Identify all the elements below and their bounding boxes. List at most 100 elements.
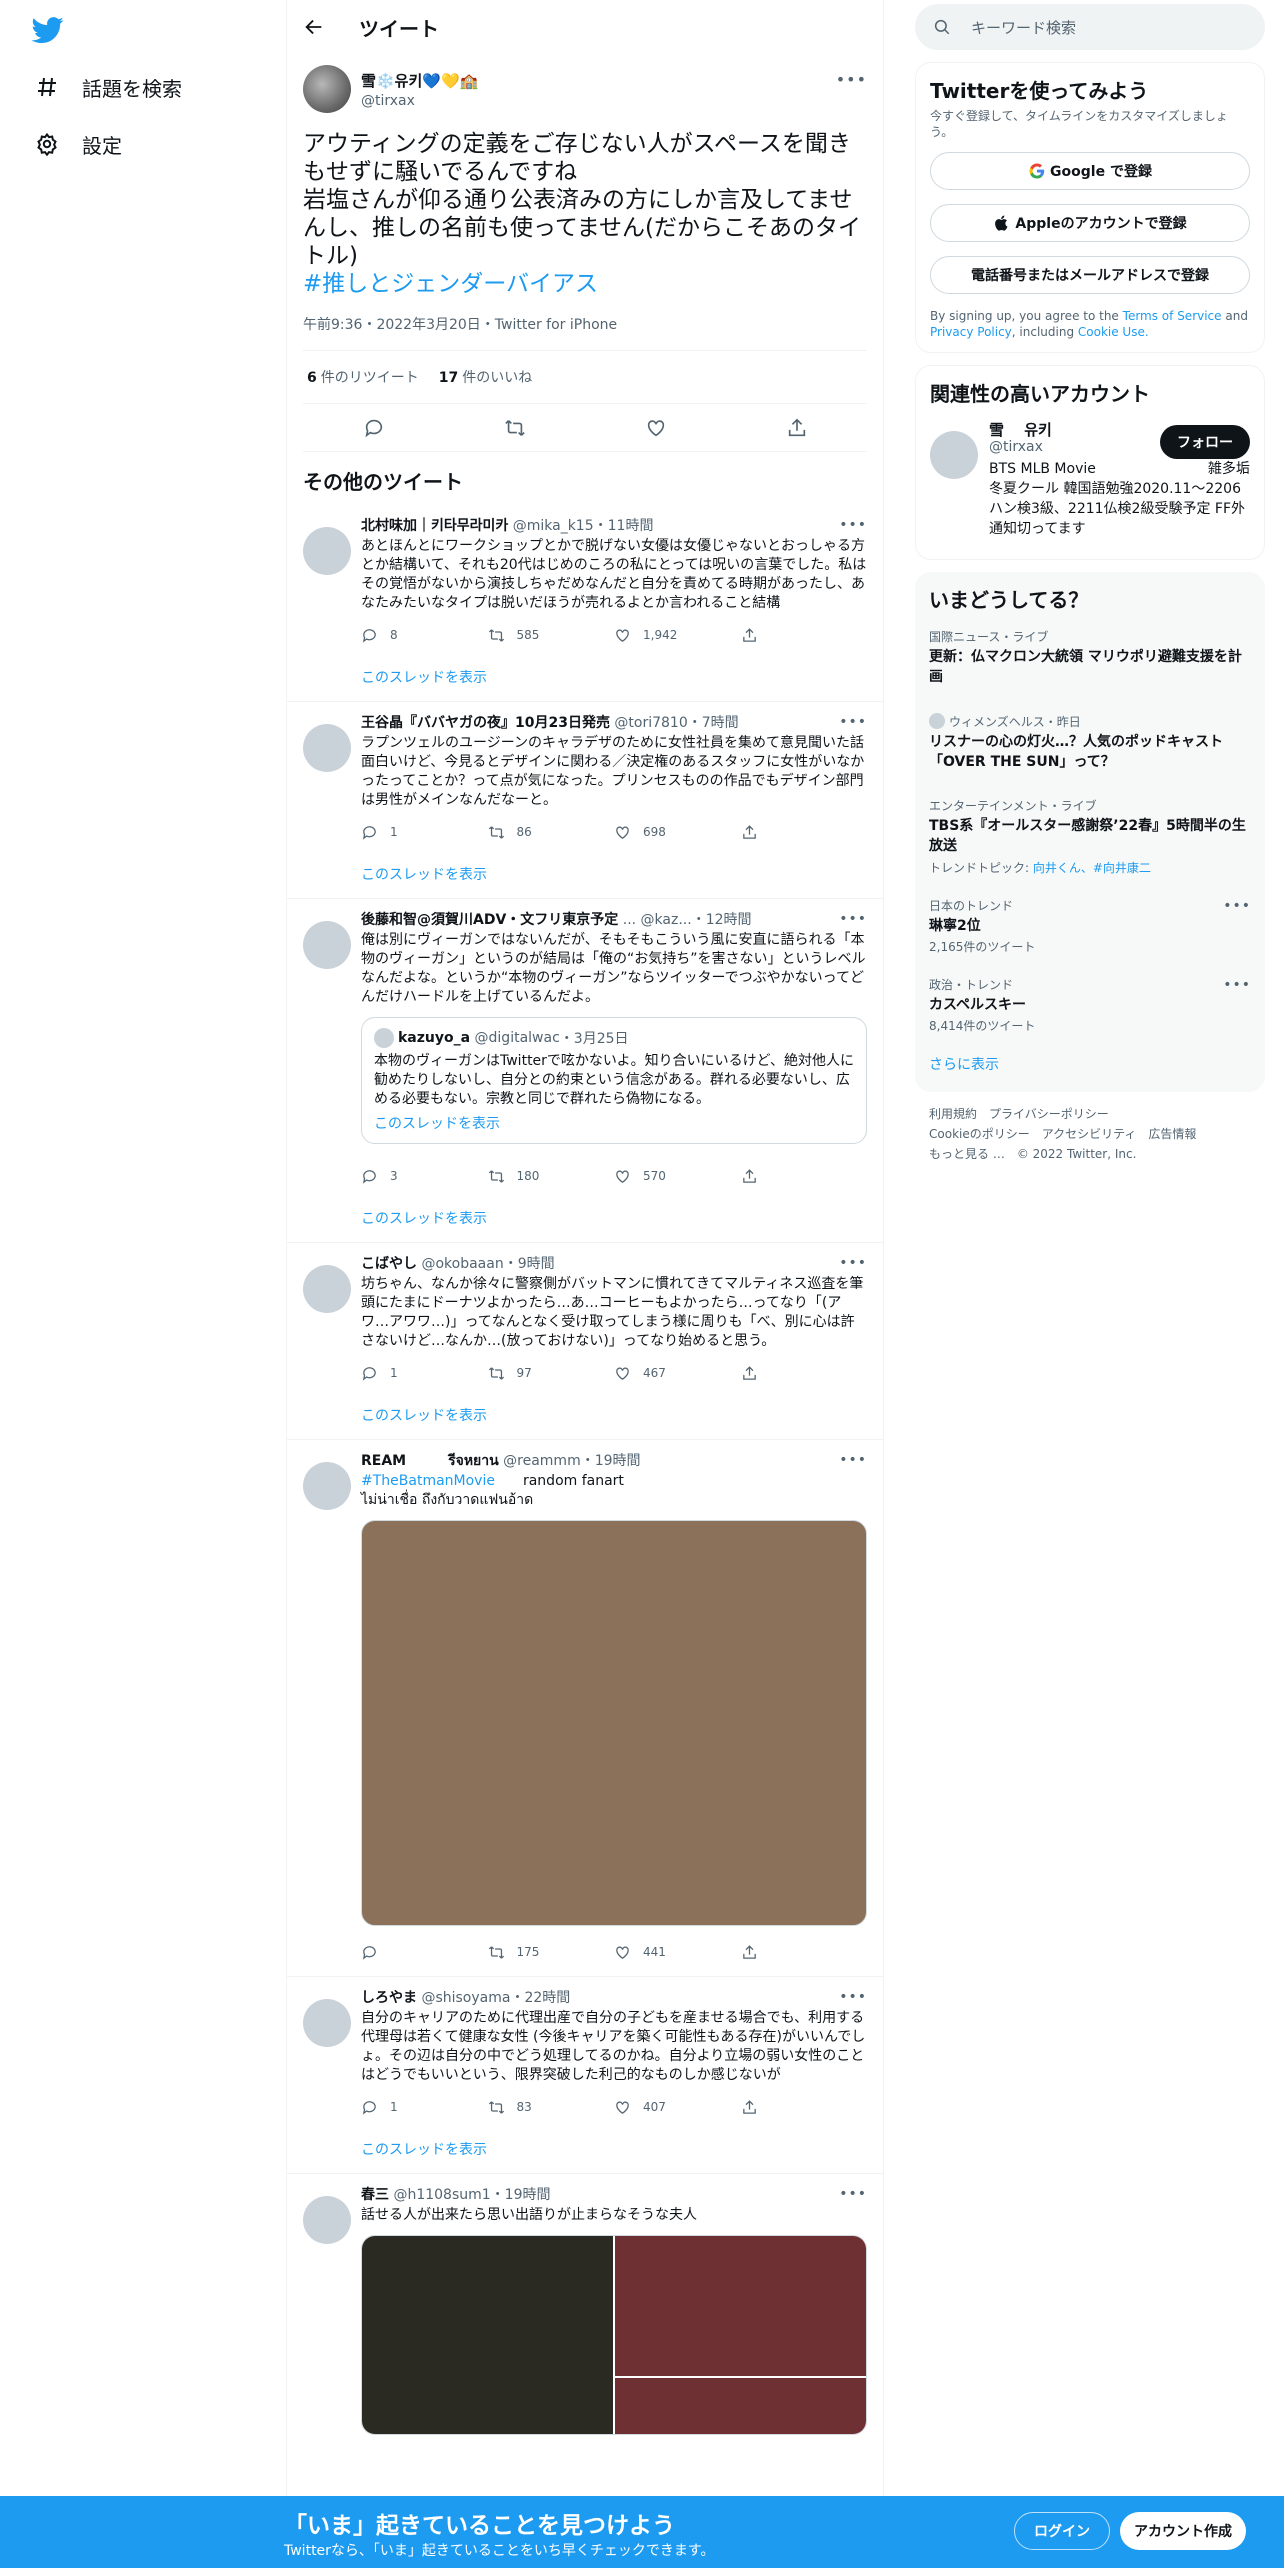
more-icon[interactable]: ••• xyxy=(839,2186,867,2202)
share-button[interactable] xyxy=(741,1944,868,1961)
retweet-button[interactable]: 175 xyxy=(488,1944,615,1961)
author-name[interactable]: 雪❄️유키💙💛🏫 xyxy=(361,70,478,91)
author-handle[interactable]: @shisoyama xyxy=(421,1990,510,2006)
like-button[interactable]: 1,942 xyxy=(614,627,741,644)
quote-show-thread-link[interactable]: このスレッドを表示 xyxy=(374,1113,854,1133)
more-icon[interactable]: ••• xyxy=(839,1255,867,1271)
avatar[interactable] xyxy=(303,921,351,969)
author-name[interactable]: 王谷晶『ババヤガの夜』10月23日発売 xyxy=(361,715,610,731)
google-signup-button[interactable]: Google で登録 xyxy=(930,152,1250,190)
like-button[interactable]: 441 xyxy=(614,1944,741,1961)
avatar[interactable] xyxy=(303,65,351,113)
follow-button[interactable]: フォロー xyxy=(1160,425,1250,459)
show-thread-link[interactable]: このスレッドを表示 xyxy=(361,850,867,898)
author-name[interactable]: 後藤和智@須賀川ADV・文フリ東京予定 xyxy=(361,912,618,928)
related-account[interactable]: 雪 유키 @tirxax BTS MLB Movie 雑多垢 冬夏クール 韓国語… xyxy=(930,417,1250,547)
tweet-item[interactable]: ••• 春三 @h1108sum1・19時間 話せる人が出来たら思い出語りが止ま… xyxy=(287,2174,883,2435)
apple-signup-button[interactable]: Appleのアカウントで登録 xyxy=(930,204,1250,242)
avatar[interactable] xyxy=(303,1999,351,2047)
retweet-button[interactable]: 97 xyxy=(488,1365,615,1382)
related-account-name[interactable]: 雪 유키 xyxy=(989,419,1052,440)
share-button[interactable] xyxy=(741,627,868,644)
author-handle[interactable]: @reammm xyxy=(503,1453,581,1469)
more-icon[interactable]: ••• xyxy=(1223,898,1251,914)
tweet-image[interactable] xyxy=(361,1520,867,1926)
like-button[interactable]: 570 xyxy=(614,1168,741,1185)
author-handle[interactable]: @tirxax xyxy=(361,93,478,109)
more-icon[interactable]: ••• xyxy=(836,70,867,89)
nav-settings[interactable]: 設定 xyxy=(34,124,122,164)
trend-item[interactable]: エンターテインメント・ライブ TBS系『オールスター感謝祭’22春』5時間半の生… xyxy=(929,792,1251,882)
like-button[interactable]: 698 xyxy=(614,824,741,841)
avatar[interactable] xyxy=(303,2196,351,2244)
share-icon[interactable] xyxy=(786,417,808,439)
more-icon[interactable]: ••• xyxy=(839,714,867,730)
reply-button[interactable]: 3 xyxy=(361,1168,488,1185)
author-name[interactable]: こばやし xyxy=(361,1256,417,1272)
cookie-link[interactable]: Cookie Use. xyxy=(1078,325,1149,339)
author-handle[interactable]: @mika_k15 xyxy=(513,518,594,534)
reply-button[interactable] xyxy=(361,1944,488,1961)
share-button[interactable] xyxy=(741,2099,868,2116)
footer-link-ads[interactable]: 広告情報 xyxy=(1148,1127,1196,1141)
more-icon[interactable]: ••• xyxy=(839,1989,867,2005)
reply-button[interactable]: 1 xyxy=(361,2099,488,2116)
tweet-item[interactable]: ••• こばやし @okobaaan・9時間 坊ちゃん、なんか徐々に警察側がバッ… xyxy=(287,1243,883,1440)
retweet-button[interactable]: 86 xyxy=(488,824,615,841)
tweet-time[interactable]: ・9時間 xyxy=(504,1256,555,1272)
trend-item[interactable]: 国際ニュース・ライブ 更新：仏マクロン大統領 マリウポリ避難支援を計画 xyxy=(929,623,1251,707)
hashtag-link[interactable]: #推しとジェンダーバイアス xyxy=(303,271,598,297)
trend-item[interactable]: ••• 政治・トレンド カスペルスキー 8,414件のツイート xyxy=(929,971,1251,1040)
author-handle[interactable]: ... @kaz... xyxy=(623,912,692,928)
show-thread-link[interactable]: このスレッドを表示 xyxy=(361,1391,867,1439)
retweet-button[interactable]: 180 xyxy=(488,1168,615,1185)
retweet-button[interactable]: 83 xyxy=(488,2099,615,2116)
tweet-item[interactable]: ••• 北村味加｜키타무라미카 @mika_k15・11時間 あとほんとにワーク… xyxy=(287,505,883,702)
retweet-count[interactable]: 6 件のリツイート xyxy=(307,367,419,387)
author-handle[interactable]: @tori7810 xyxy=(614,715,687,731)
trend-item[interactable]: ウィメンズヘルス・昨日 リスナーの心の灯火…？人気のポッドキャスト「OVER T… xyxy=(929,707,1251,792)
like-icon[interactable] xyxy=(645,417,667,439)
footer-link-privacy[interactable]: プライバシーポリシー xyxy=(989,1107,1109,1121)
reply-button[interactable]: 1 xyxy=(361,824,488,841)
tweet-time[interactable]: ・22時間 xyxy=(510,1990,570,2006)
search-input[interactable]: キーワード検索 xyxy=(915,4,1265,50)
tweet-item[interactable]: ••• REAM รีจหยาน @reammm・19時間 #TheBatman… xyxy=(287,1440,883,1977)
related-account-handle[interactable]: @tirxax xyxy=(989,439,1043,455)
login-button[interactable]: ログイン xyxy=(1014,2512,1110,2550)
trend-item[interactable]: ••• 日本のトレンド 琳寧2位 2,165件のツイート xyxy=(929,892,1251,961)
author-handle[interactable]: @h1108sum1 xyxy=(393,2187,490,2203)
trend-topics-links[interactable]: 向井くん、#向井康二 xyxy=(1033,861,1151,875)
tweet-image[interactable] xyxy=(615,2236,866,2376)
tweet-timestamp[interactable]: 午前9:36・2022年3月20日・Twitter for iPhone xyxy=(303,314,867,351)
show-thread-link[interactable]: このスレッドを表示 xyxy=(361,1194,867,1242)
quoted-tweet[interactable]: kazuyo_a @digitalwac ・3月25日 本物のヴィーガンはTwit… xyxy=(361,1017,867,1144)
author-name[interactable]: REAM รีจหยาน xyxy=(361,1453,499,1469)
tweet-time[interactable]: ・19時間 xyxy=(491,2187,551,2203)
like-count[interactable]: 17 件のいいね xyxy=(439,367,532,387)
back-arrow-icon[interactable] xyxy=(303,16,325,38)
share-button[interactable] xyxy=(741,1365,868,1382)
tweet-image[interactable] xyxy=(615,2378,866,2434)
tweet-item[interactable]: ••• 王谷晶『ババヤガの夜』10月23日発売 @tori7810・7時間 ラプ… xyxy=(287,702,883,899)
avatar[interactable] xyxy=(303,1265,351,1313)
tweet-time[interactable]: ・7時間 xyxy=(688,715,739,731)
reply-icon[interactable] xyxy=(363,417,385,439)
more-icon[interactable]: ••• xyxy=(839,517,867,533)
footer-link-accessibility[interactable]: アクセシビリティ xyxy=(1042,1127,1137,1141)
phone-email-signup-button[interactable]: 電話番号またはメールアドレスで登録 xyxy=(930,256,1250,294)
more-icon[interactable]: ••• xyxy=(839,911,867,927)
author-handle[interactable]: @okobaaan xyxy=(421,1256,503,1272)
signup-button[interactable]: アカウント作成 xyxy=(1120,2512,1246,2550)
avatar[interactable] xyxy=(930,431,978,479)
author-name[interactable]: しろやま xyxy=(361,1990,417,2006)
nav-explore[interactable]: 話題を検索 xyxy=(34,67,182,107)
like-button[interactable]: 467 xyxy=(614,1365,741,1382)
tweet-item[interactable]: ••• 後藤和智@須賀川ADV・文フリ東京予定 ... @kaz...・12時間… xyxy=(287,899,883,1243)
retweet-button[interactable]: 585 xyxy=(488,627,615,644)
terms-link[interactable]: Terms of Service xyxy=(1123,309,1222,323)
share-button[interactable] xyxy=(741,1168,868,1185)
footer-link-cookies[interactable]: Cookieのポリシー xyxy=(929,1127,1030,1141)
twitter-bird-icon[interactable] xyxy=(32,14,64,46)
reply-button[interactable]: 8 xyxy=(361,627,488,644)
